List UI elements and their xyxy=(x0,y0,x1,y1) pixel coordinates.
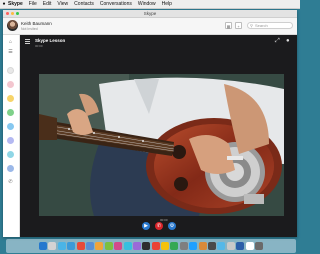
chat-bubble-icon[interactable]: ● xyxy=(286,38,290,44)
dock-app-icon-22[interactable] xyxy=(236,242,245,250)
dock-app-icon-4[interactable] xyxy=(67,242,76,250)
dock-app-icon-13[interactable] xyxy=(151,242,160,250)
dock-app-icon-6[interactable] xyxy=(85,242,94,250)
video-scene-graphic xyxy=(39,74,284,216)
dock xyxy=(6,239,296,253)
close-window-icon[interactable] xyxy=(6,12,9,15)
dock-app-icon-23[interactable] xyxy=(245,242,254,250)
dock-app-icon-16[interactable] xyxy=(179,242,188,250)
dock-app-icon-7[interactable] xyxy=(95,242,104,250)
dock-app-icon-18[interactable] xyxy=(198,242,207,250)
call-panel: Skype Lesson 00:00 ⤢ ● 00:00 ▶ ✆ ⚙ xyxy=(20,35,297,237)
video-feed[interactable] xyxy=(39,74,284,216)
video-button[interactable]: ▶ xyxy=(142,222,150,230)
user-status[interactable]: Not Invited xyxy=(21,27,38,31)
call-title: Skype Lesson xyxy=(35,38,66,43)
end-call-button[interactable]: ✆ xyxy=(155,222,163,230)
dock-app-icon-8[interactable] xyxy=(104,242,113,250)
sidebar-avatar-8[interactable] xyxy=(7,165,14,172)
dock-app-icon-21[interactable] xyxy=(226,242,235,250)
menu-item-file[interactable]: File xyxy=(29,1,37,7)
menu-item-contacts[interactable]: Contacts xyxy=(74,1,94,7)
contacts-icon[interactable]: ☰ xyxy=(7,49,14,56)
dock-app-icon-2[interactable] xyxy=(48,242,57,250)
phone-icon[interactable]: ✆ xyxy=(7,179,14,186)
sidebar-avatar-5[interactable] xyxy=(7,123,14,130)
menu-item-conversations[interactable]: Conversations xyxy=(100,1,132,7)
fullscreen-icon[interactable]: ⤢ xyxy=(275,38,280,45)
sidebar-avatar-3[interactable] xyxy=(7,95,14,102)
dialpad-header-icon[interactable]: ▦ xyxy=(225,22,232,29)
window-controls xyxy=(6,12,19,15)
sidebar-avatar-6[interactable] xyxy=(7,137,14,144)
skype-window: Skype Keith Baumann Not Invited ▦ + ⚲ Se… xyxy=(3,10,297,237)
menu-item-edit[interactable]: Edit xyxy=(43,1,52,7)
dock-app-icon-24[interactable] xyxy=(254,242,263,250)
dock-app-icon-5[interactable] xyxy=(76,242,85,250)
call-menu-icon[interactable] xyxy=(25,39,30,44)
dock-app-icon-12[interactable] xyxy=(142,242,151,250)
dock-app-icon-3[interactable] xyxy=(57,242,66,250)
menu-item-window[interactable]: Window xyxy=(138,1,156,7)
user-avatar[interactable] xyxy=(7,20,18,31)
home-icon[interactable]: ⌂ xyxy=(7,39,14,46)
dock-app-icon-9[interactable] xyxy=(114,242,123,250)
sidebar-avatar-2[interactable] xyxy=(7,81,14,88)
new-contact-icon[interactable]: + xyxy=(235,22,242,29)
search-placeholder: Search xyxy=(255,23,268,28)
sidebar-avatar-7[interactable] xyxy=(7,151,14,158)
dock-app-icon-20[interactable] xyxy=(217,242,226,250)
apple-menu-icon[interactable]: ● xyxy=(0,1,8,7)
sidebar-rail: ⌂ ☰ ✆ xyxy=(3,35,20,237)
video-caption: 00:00 xyxy=(160,218,168,222)
menu-bar: ● Skype File Edit View Contacts Conversa… xyxy=(0,0,300,9)
call-settings-button[interactable]: ⚙ xyxy=(168,222,176,230)
dock-app-icon-17[interactable] xyxy=(189,242,198,250)
sidebar-avatar-1[interactable] xyxy=(7,67,14,74)
menu-item-skype[interactable]: Skype xyxy=(8,1,23,7)
dock-app-icon-1[interactable] xyxy=(39,242,47,250)
search-icon: ⚲ xyxy=(250,23,253,28)
call-duration: 00:00 xyxy=(35,44,43,48)
dock-app-icon-10[interactable] xyxy=(123,242,132,250)
dock-app-icon-14[interactable] xyxy=(161,242,170,250)
menu-item-view[interactable]: View xyxy=(57,1,68,7)
profile-header: Keith Baumann Not Invited ▦ + ⚲ Search xyxy=(3,18,297,35)
dock-app-icon-19[interactable] xyxy=(208,242,217,250)
window-titlebar[interactable]: Skype xyxy=(3,10,297,18)
sidebar-avatar-4[interactable] xyxy=(7,109,14,116)
search-input[interactable]: ⚲ Search xyxy=(247,22,293,29)
minimize-window-icon[interactable] xyxy=(11,12,14,15)
window-title: Skype xyxy=(143,11,157,16)
dock-app-icon-11[interactable] xyxy=(132,242,141,250)
dock-app-icon-15[interactable] xyxy=(170,242,179,250)
user-name[interactable]: Keith Baumann xyxy=(21,21,52,26)
zoom-window-icon[interactable] xyxy=(16,12,19,15)
menu-item-help[interactable]: Help xyxy=(162,1,172,7)
